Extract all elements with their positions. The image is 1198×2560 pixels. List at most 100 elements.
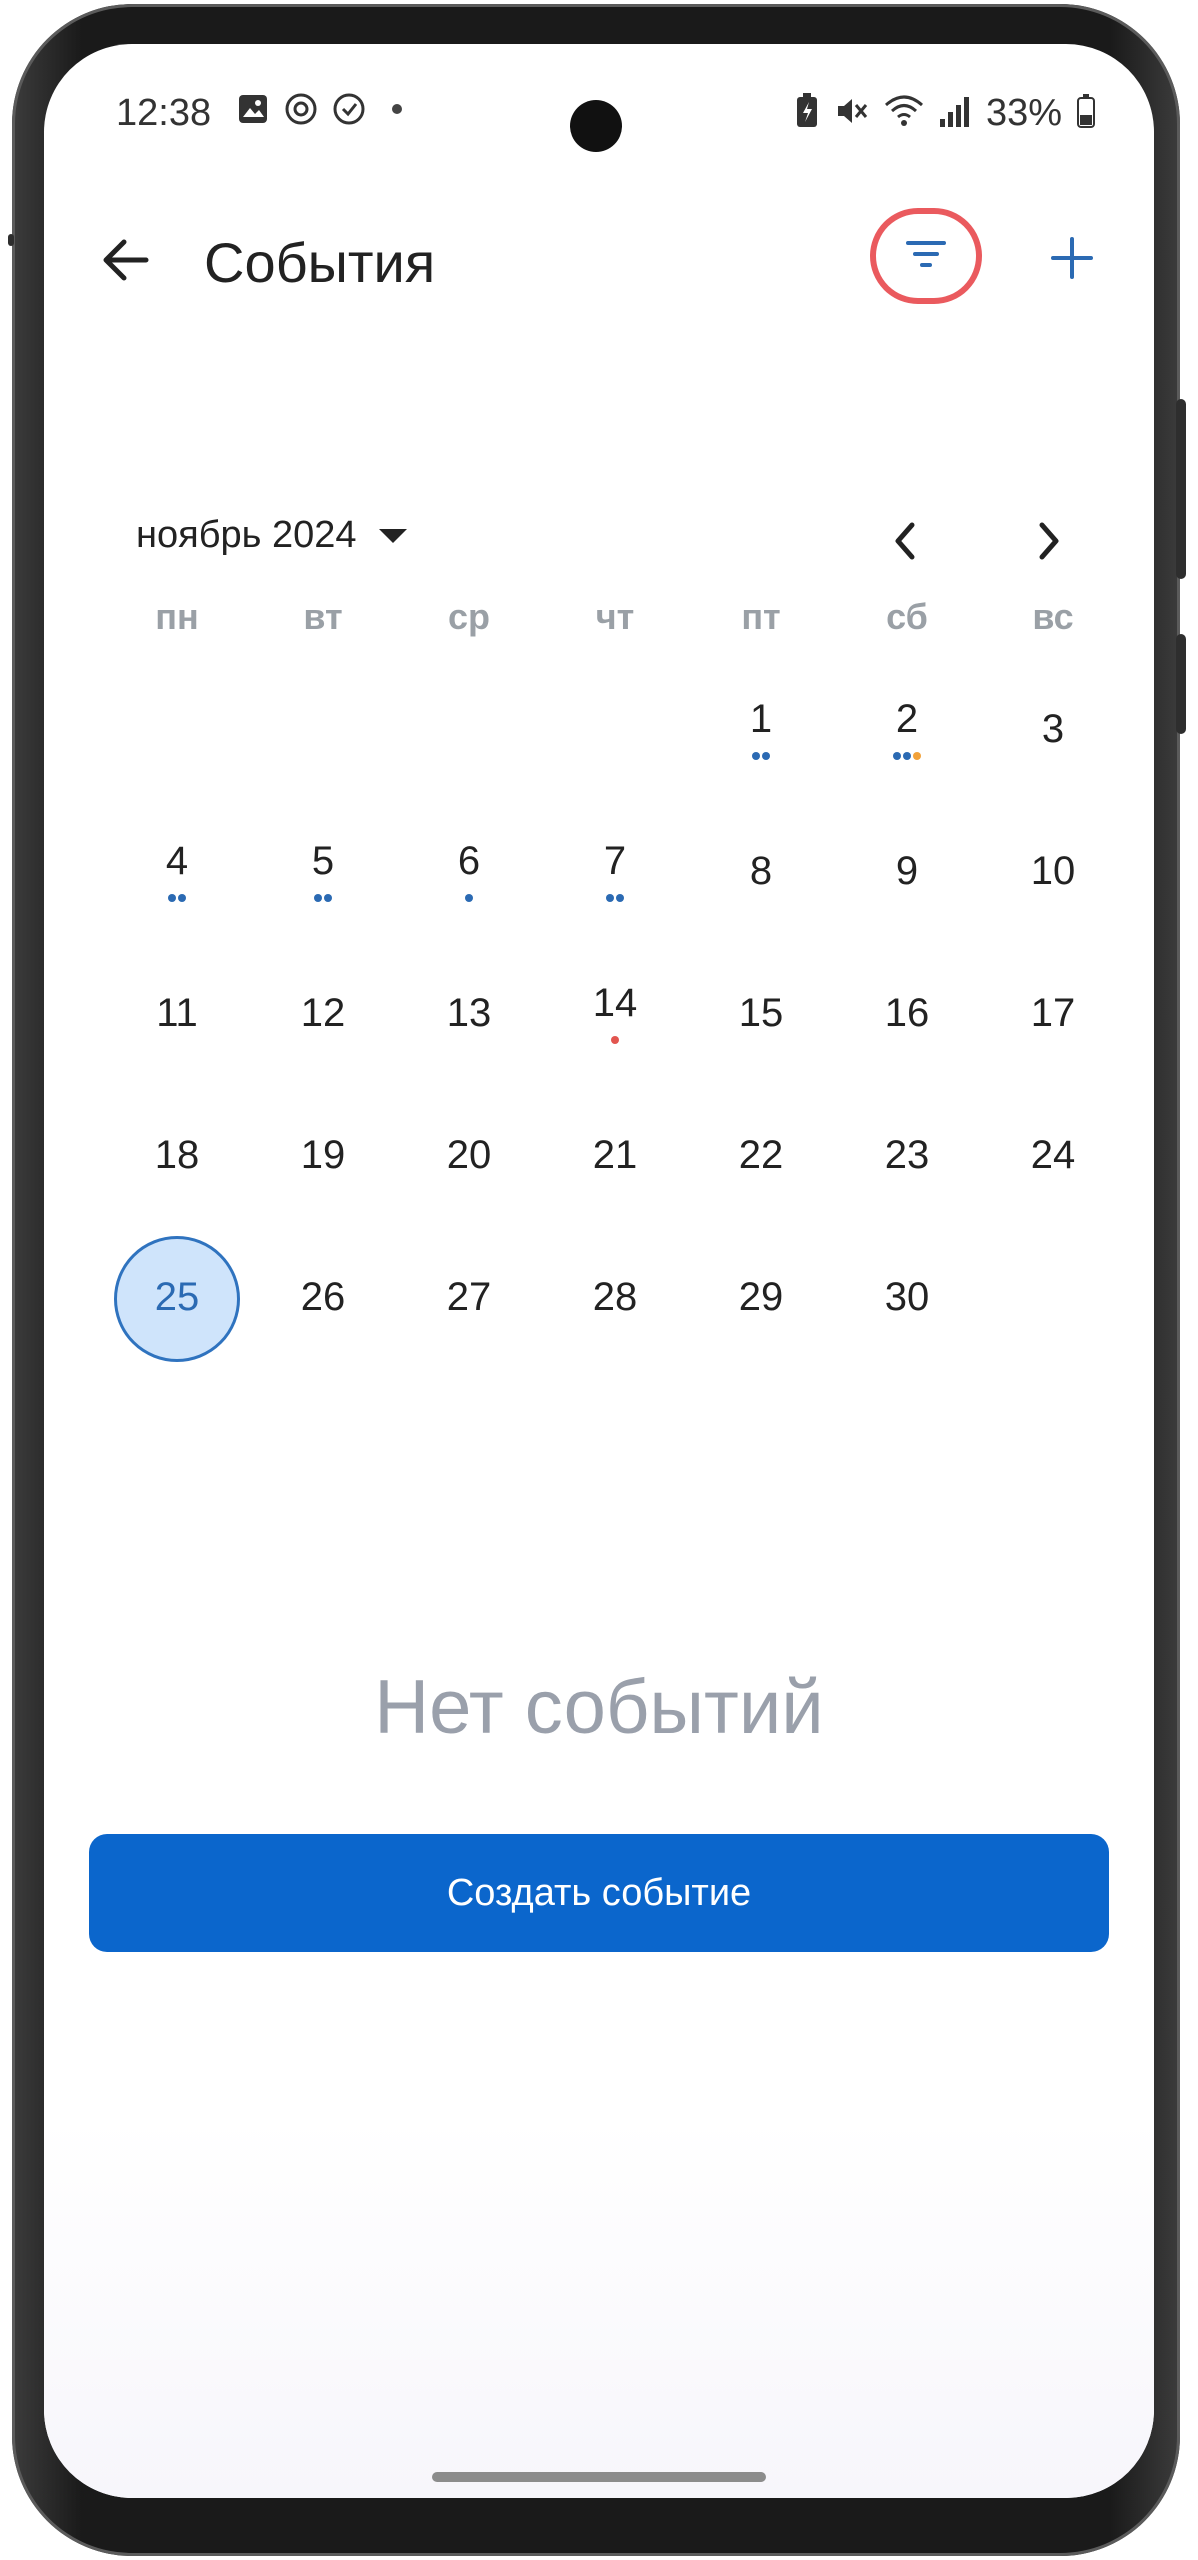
calendar-empty-cell [104,660,250,802]
calendar-day[interactable]: 4 [104,802,250,944]
status-bar: 12:38 33% [44,64,1154,154]
calendar-day[interactable]: 16 [834,944,980,1086]
weekday-label: вс [1032,596,1074,637]
calendar-day[interactable]: 3 [980,660,1126,802]
event-markers [611,1036,619,1044]
calendar-day[interactable]: 20 [396,1086,542,1228]
page-title: События [204,231,436,294]
calendar-day[interactable]: 28 [542,1228,688,1370]
day-number: 29 [738,1274,784,1319]
calendar-empty-cell [980,1228,1126,1370]
calendar-day[interactable]: 27 [396,1228,542,1370]
calendar-day[interactable]: 6 [396,802,542,944]
day-number: 14 [592,980,638,1025]
event-markers [606,894,624,902]
day-number: 2 [895,696,919,741]
calendar-day[interactable]: 30 [834,1228,980,1370]
wifi-icon [884,93,924,134]
filter-button[interactable] [870,208,982,304]
day-number: 26 [300,1274,346,1319]
event-dot [168,894,176,902]
event-markers [752,752,770,760]
day-number: 15 [738,990,784,1035]
caret-down-icon [378,528,407,543]
battery-icon [1076,93,1096,134]
day-number: 13 [446,990,492,1035]
calendar-day[interactable]: 11 [104,944,250,1086]
calendar-day[interactable]: 2 [834,660,980,802]
event-dot [314,894,322,902]
back-arrow-icon[interactable] [94,228,158,292]
calendar-day[interactable]: 25 [104,1228,250,1370]
calendar-header: ноябрь 2024 [44,484,1154,594]
day-number: 10 [1030,848,1076,893]
calendar-day[interactable]: 22 [688,1086,834,1228]
calendar-day[interactable]: 26 [250,1228,396,1370]
battery-percent: 33% [985,92,1062,134]
weekday-label: пт [741,596,781,637]
calendar-day[interactable]: 10 [980,802,1126,944]
weekday-row: пн вт ср чт пт сб вс [104,596,1126,638]
month-selector[interactable]: ноябрь 2024 [136,514,407,557]
calendar-day[interactable]: 19 [250,1086,396,1228]
day-number: 20 [446,1132,492,1177]
calendar-week-row: 18 19 20 21 22 23 24 [104,1086,1126,1228]
event-dot [606,894,614,902]
calendar-day[interactable]: 17 [980,944,1126,1086]
day-number: 12 [300,990,346,1035]
previous-month-button[interactable] [870,508,940,578]
screen: 12:38 33% События ноябрь 2024 пн вт ср ч… [44,44,1154,2498]
create-event-button[interactable]: Создать событие [89,1834,1109,1952]
event-dot [903,752,911,760]
calendar-day[interactable]: 8 [688,802,834,944]
event-dot [178,894,186,902]
day-number: 25 [154,1274,200,1319]
status-time: 12:38 [116,92,212,134]
calendar-day[interactable]: 18 [104,1086,250,1228]
day-number: 22 [738,1132,784,1177]
calendar-week-row: 11 12 13 14 15 16 17 [104,944,1126,1086]
event-dot [611,1036,619,1044]
day-number: 24 [1030,1132,1076,1177]
calendar-day[interactable]: 15 [688,944,834,1086]
chevron-left-icon [890,521,920,566]
calendar-day[interactable]: 29 [688,1228,834,1370]
app-bar: События [44,194,1154,324]
day-number: 11 [156,990,198,1035]
calendar-day[interactable]: 13 [396,944,542,1086]
day-number: 28 [592,1274,638,1319]
bottom-shade [44,2118,1154,2498]
day-number: 1 [749,696,773,741]
calendar-day[interactable]: 7 [542,802,688,944]
vpn-icon [332,92,366,126]
day-number: 21 [592,1132,638,1177]
day-number: 18 [154,1132,200,1177]
notification-icons [236,92,414,126]
calendar-day[interactable]: 23 [834,1086,980,1228]
front-camera [570,100,622,152]
calendar-day[interactable]: 21 [542,1086,688,1228]
calendar-day[interactable]: 24 [980,1086,1126,1228]
calendar-day[interactable]: 14 [542,944,688,1086]
signal-icon [938,93,972,134]
calendar-empty-cell [542,660,688,802]
add-event-button[interactable] [1034,222,1110,298]
calendar-day[interactable]: 9 [834,802,980,944]
system-icons: 33% [794,92,1096,135]
day-number: 30 [884,1274,930,1319]
empty-state-text: Нет событий [374,1665,824,1750]
day-number: 4 [165,838,189,883]
calendar-day[interactable]: 1 [688,660,834,802]
calendar-day[interactable]: 12 [250,944,396,1086]
day-number: 19 [300,1132,346,1177]
day-number: 27 [446,1274,492,1319]
next-month-button[interactable] [1014,508,1084,578]
event-dot [616,894,624,902]
event-dot [913,752,921,760]
event-dot [752,752,760,760]
calendar-day[interactable]: 5 [250,802,396,944]
volume-button [1176,399,1186,579]
home-indicator[interactable] [432,2472,766,2482]
calendar-week-row: 25 26 27 28 29 30 [104,1228,1126,1370]
weekday-label: вт [303,596,343,637]
